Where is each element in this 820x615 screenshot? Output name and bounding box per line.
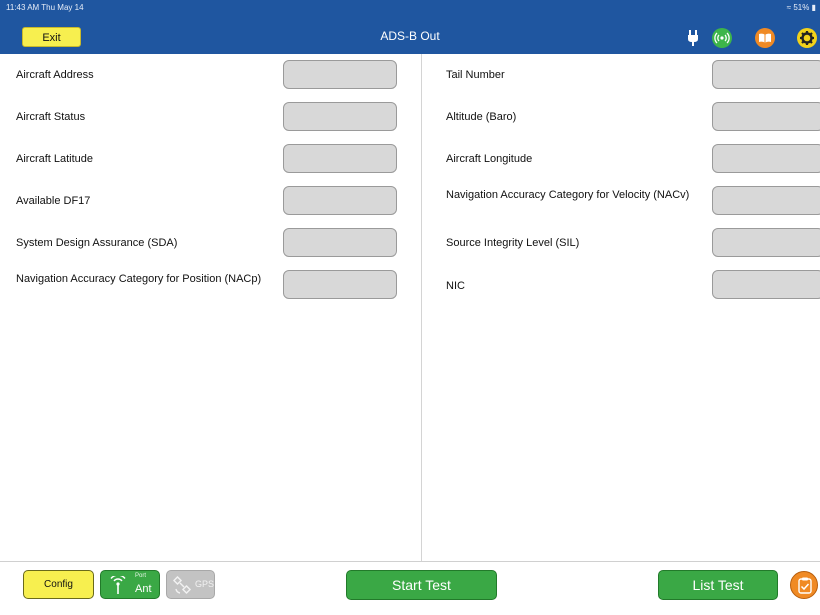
label-aircraft-longitude: Aircraft Longitude	[446, 153, 533, 165]
aircraft-address-field[interactable]	[283, 60, 397, 89]
plug-icon	[688, 30, 698, 46]
label-sil: Source Integrity Level (SIL)	[446, 237, 580, 249]
aircraft-status-field[interactable]	[283, 102, 397, 131]
column-divider	[421, 54, 422, 561]
label-aircraft-address: Aircraft Address	[16, 69, 94, 81]
nic-field[interactable]	[712, 270, 820, 299]
nacv-field[interactable]	[712, 186, 820, 215]
start-test-button[interactable]: Start Test	[346, 570, 497, 600]
radio-signal-icon[interactable]	[712, 28, 732, 48]
battery-level: 51%	[793, 3, 810, 12]
antenna-icon	[110, 576, 126, 594]
label-nacv: Navigation Accuracy Category for Velocit…	[446, 189, 690, 201]
gps-label: GPS	[195, 579, 215, 589]
config-button[interactable]: Config	[23, 570, 94, 599]
antenna-label: Ant	[135, 583, 152, 595]
clipboard-check-icon[interactable]	[790, 571, 818, 599]
status-time: 11:43 AM Thu May 14	[6, 3, 84, 12]
satellite-icon	[173, 576, 192, 595]
bottom-divider	[0, 561, 820, 562]
antenna-port-caption: Port	[135, 573, 147, 579]
nacp-field[interactable]	[283, 270, 397, 299]
battery-icon: ▮	[811, 3, 816, 12]
label-altitude-baro: Altitude (Baro)	[446, 111, 517, 123]
status-indicators: ≈ 51% ▮	[787, 3, 816, 12]
aircraft-latitude-field[interactable]	[283, 144, 397, 173]
sda-field[interactable]	[283, 228, 397, 257]
altitude-baro-field[interactable]	[712, 102, 820, 131]
list-test-button[interactable]: List Test	[658, 570, 778, 600]
book-icon[interactable]	[755, 28, 775, 48]
antenna-port-button[interactable]: Port Ant	[100, 570, 160, 599]
available-df17-field[interactable]	[283, 186, 397, 215]
label-nacp: Navigation Accuracy Category for Positio…	[16, 273, 262, 285]
wifi-icon: ≈	[786, 3, 792, 12]
label-sda: System Design Assurance (SDA)	[16, 237, 178, 249]
header-bar: 11:43 AM Thu May 14 ≈ 51% ▮ Exit ADS-B O…	[0, 0, 820, 54]
gps-button[interactable]: GPS	[166, 570, 215, 599]
label-nic: NIC	[446, 280, 465, 292]
label-tail-number: Tail Number	[446, 69, 505, 81]
aircraft-longitude-field[interactable]	[712, 144, 820, 173]
label-available-df17: Available DF17	[16, 195, 91, 207]
label-aircraft-latitude: Aircraft Latitude	[16, 153, 94, 165]
label-aircraft-status: Aircraft Status	[16, 111, 86, 123]
sil-field[interactable]	[712, 228, 820, 257]
gear-icon[interactable]	[797, 28, 817, 48]
tail-number-field[interactable]	[712, 60, 820, 89]
